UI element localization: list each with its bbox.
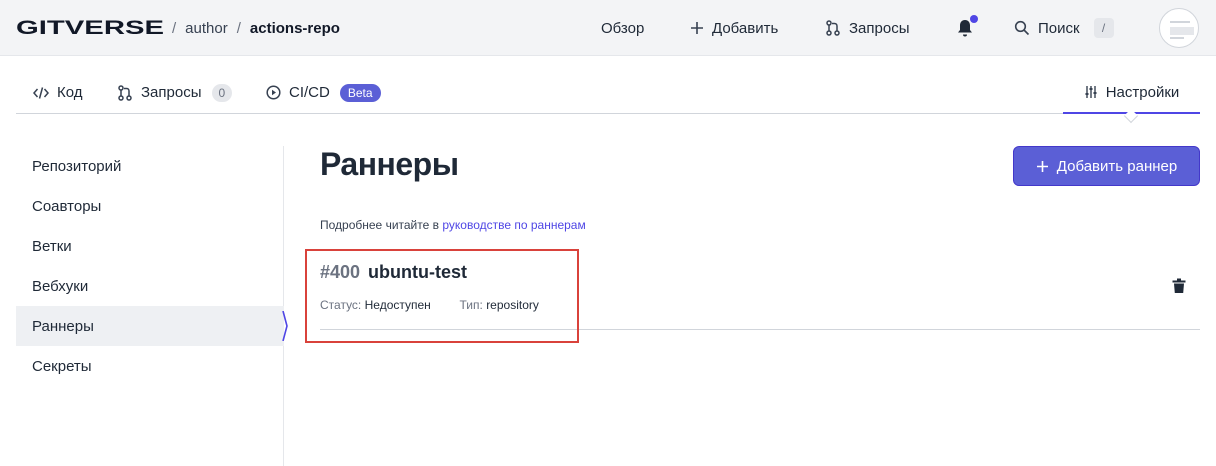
sidebar-item-collaborators[interactable]: Соавторы (16, 186, 284, 226)
tab-settings-label: Настройки (1105, 83, 1180, 101)
search-shortcut-key: / (1093, 18, 1114, 38)
breadcrumb: / author / actions-repo (172, 18, 340, 38)
sliders-icon (1085, 86, 1097, 98)
pull-request-icon (826, 20, 840, 36)
sidebar-active-indicator (282, 311, 288, 341)
tab-code-label: Код (57, 84, 83, 101)
pull-request-icon (118, 84, 132, 101)
nav-requests-label: Запросы (849, 19, 910, 37)
breadcrumb-separator: / (172, 19, 177, 37)
search-icon (1014, 20, 1030, 36)
add-runner-label: Добавить раннер (1056, 157, 1178, 175)
plus-icon (691, 22, 703, 34)
sidebar-item-secrets[interactable]: Секреты (16, 346, 284, 386)
nav-overview[interactable]: Обзор (601, 17, 644, 39)
gitverse-logo[interactable]: GITVERSE GITVERSE (16, 18, 166, 38)
tab-cicd[interactable]: CI/CD Beta (266, 72, 381, 113)
sidebar-item-repository[interactable]: Репозиторий (16, 146, 284, 186)
settings-sidebar: Репозиторий Соавторы Ветки Вебхуки Ранне… (16, 146, 284, 466)
nav-add-label: Добавить (712, 19, 779, 37)
trash-icon[interactable] (1172, 278, 1186, 294)
nav-requests[interactable]: Запросы (825, 17, 910, 39)
notification-dot (970, 15, 978, 23)
sidebar-item-branches[interactable]: Ветки (16, 226, 284, 266)
nav-search[interactable]: Поиск / (1014, 17, 1114, 39)
code-icon (33, 86, 49, 99)
top-bar: GITVERSE GITVERSE / author / actions-rep… (0, 0, 1216, 56)
avatar[interactable] (1159, 8, 1199, 48)
requests-count-badge: 0 (211, 83, 233, 102)
repo-tabs: Код Запросы 0 CI/CD Beta Настройки (16, 72, 1200, 114)
beta-badge: Beta (339, 83, 381, 102)
play-circle-icon (266, 85, 281, 100)
plus-icon (1036, 160, 1048, 172)
highlight-box (305, 249, 579, 343)
breadcrumb-owner[interactable]: author (185, 20, 228, 37)
nav-add[interactable]: Добавить (690, 17, 778, 39)
tab-code[interactable]: Код (33, 72, 83, 113)
help-text: Подробнее читайте в руководстве по ранне… (320, 218, 586, 232)
logo-text: GITVERSE (16, 18, 164, 38)
page-title: Раннеры (320, 146, 459, 182)
breadcrumb-separator: / (236, 19, 241, 37)
tab-requests-label: Запросы (141, 84, 202, 101)
sidebar-item-webhooks[interactable]: Вебхуки (16, 266, 284, 306)
runners-guide-link[interactable]: руководстве по раннерам (442, 218, 585, 232)
tab-requests[interactable]: Запросы 0 (117, 72, 233, 113)
sidebar-item-runners[interactable]: Раннеры (16, 306, 284, 346)
add-runner-button[interactable]: Добавить раннер (1013, 146, 1200, 186)
help-prefix: Подробнее читайте в (320, 218, 440, 232)
nav-search-label: Поиск (1038, 19, 1080, 37)
breadcrumb-repo[interactable]: actions-repo (250, 20, 340, 37)
nav-overview-label: Обзор (601, 19, 645, 37)
tab-settings[interactable]: Настройки (1063, 72, 1200, 114)
tab-cicd-label: CI/CD (289, 84, 330, 101)
